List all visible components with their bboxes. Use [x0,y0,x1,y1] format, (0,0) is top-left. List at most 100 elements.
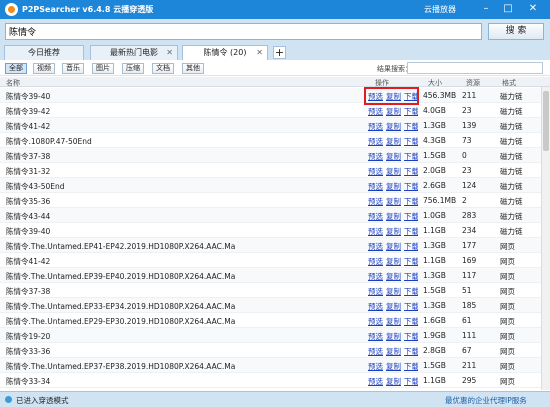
tab-hot-movies[interactable]: 最新热门电影 ✕ [90,45,178,60]
filter-document[interactable]: 文档 [152,63,174,74]
play-link[interactable]: 预选 [368,107,383,116]
download-link[interactable]: 下载 [404,272,418,281]
copy-link[interactable]: 复制 [386,227,401,236]
table-row[interactable]: 陈情令.The.Untamed.EP29-EP30.2019.HD1080P.X… [0,313,550,328]
play-link[interactable]: 预选 [368,272,383,281]
close-button[interactable]: ✕ [525,1,541,17]
search-button[interactable]: 搜 索 [488,23,544,40]
download-link[interactable]: 下载 [404,227,418,236]
scrollbar-thumb[interactable] [543,91,549,151]
filter-image[interactable]: 图片 [92,63,114,74]
play-link[interactable]: 预选 [368,152,383,161]
filter-other[interactable]: 其他 [182,63,204,74]
minimize-button[interactable]: – [478,1,494,17]
col-fmt-header[interactable]: 格式 [502,78,516,88]
copy-link[interactable]: 复制 [386,212,401,221]
col-res-header[interactable]: 资源 [466,78,480,88]
filter-archive[interactable]: 压缩 [122,63,144,74]
close-tab-icon[interactable]: ✕ [256,46,263,60]
download-link[interactable]: 下载 [404,257,418,266]
table-row[interactable]: 陈情令.The.Untamed.EP41-EP42.2019.HD1080P.X… [0,238,550,253]
download-link[interactable]: 下载 [404,182,418,191]
play-link[interactable]: 预选 [368,182,383,191]
filter-all[interactable]: 全部 [5,63,27,74]
download-link[interactable]: 下载 [404,212,418,221]
copy-link[interactable]: 复制 [386,242,401,251]
result-search-input[interactable] [407,62,543,74]
play-link[interactable]: 预选 [368,317,383,326]
copy-link[interactable]: 复制 [386,107,401,116]
table-row[interactable]: 陈情令41-42 预选 复制 下载 1.3GB 139 磁力链 [0,118,550,133]
copy-link[interactable]: 复制 [386,302,401,311]
copy-link[interactable]: 复制 [386,272,401,281]
table-row[interactable]: 陈情令43-44 预选 复制 下载 1.0GB 283 磁力链 [0,208,550,223]
copy-link[interactable]: 复制 [386,122,401,131]
table-row[interactable]: 陈情令39-42 预选 复制 下载 4.0GB 23 磁力链 [0,103,550,118]
copy-link[interactable]: 复制 [386,152,401,161]
play-link[interactable]: 预选 [368,197,383,206]
tab-search-results[interactable]: 陈情令 (20) ✕ [182,45,268,60]
tab-today-recommend[interactable]: 今日推荐 [4,45,84,60]
play-link[interactable]: 预选 [368,227,383,236]
search-input[interactable] [5,23,482,40]
copy-link[interactable]: 复制 [386,347,401,356]
download-link[interactable]: 下载 [404,152,418,161]
play-link[interactable]: 预选 [368,347,383,356]
play-link[interactable]: 预选 [368,212,383,221]
download-link[interactable]: 下载 [404,197,418,206]
download-link[interactable]: 下载 [404,377,418,386]
download-link[interactable]: 下载 [404,362,418,371]
copy-link[interactable]: 复制 [386,317,401,326]
cloud-player-link[interactable]: 云播放器 [424,4,456,15]
play-link[interactable]: 预选 [368,302,383,311]
new-tab-button[interactable]: + [273,46,286,59]
download-link[interactable]: 下载 [404,287,418,296]
play-link[interactable]: 预选 [368,362,383,371]
download-link[interactable]: 下载 [404,167,418,176]
copy-link[interactable]: 复制 [386,377,401,386]
download-link[interactable]: 下载 [404,107,418,116]
download-link[interactable]: 下载 [404,317,418,326]
play-link[interactable]: 预选 [368,242,383,251]
close-tab-icon[interactable]: ✕ [166,46,173,60]
table-row[interactable]: 陈情令19-20 预选 复制 下载 1.9GB 111 网页 [0,328,550,343]
download-link[interactable]: 下载 [404,122,418,131]
table-row[interactable]: 陈情令39-40 预选 复制 下载 1.1GB 234 磁力链 [0,223,550,238]
play-link[interactable]: 预选 [368,332,383,341]
table-row[interactable]: 陈情令35-36 预选 复制 下载 756.1MB 2 磁力链 [0,193,550,208]
copy-link[interactable]: 复制 [386,182,401,191]
filter-music[interactable]: 音乐 [62,63,84,74]
filter-video[interactable]: 视频 [33,63,55,74]
copy-link[interactable]: 复制 [386,287,401,296]
play-link[interactable]: 预选 [368,122,383,131]
download-link[interactable]: 下载 [404,242,418,251]
copy-link[interactable]: 复制 [386,332,401,341]
table-row[interactable]: 陈情令31-32 预选 复制 下载 2.0GB 23 磁力链 [0,163,550,178]
copy-link[interactable]: 复制 [386,167,401,176]
copy-link[interactable]: 复制 [386,137,401,146]
copy-link[interactable]: 复制 [386,362,401,371]
table-row[interactable]: 陈情令.The.Untamed.EP37-EP38.2019.HD1080P.X… [0,358,550,373]
play-link[interactable]: 预选 [368,287,383,296]
col-size-header[interactable]: 大小 [428,78,442,88]
table-row[interactable]: 陈情令.The.Untamed.EP39-EP40.2019.HD1080P.X… [0,268,550,283]
download-link[interactable]: 下载 [404,137,418,146]
table-row[interactable]: 陈情令33-36 预选 复制 下载 2.8GB 67 网页 [0,343,550,358]
table-row[interactable]: 陈情令41-42 预选 复制 下载 1.1GB 169 网页 [0,253,550,268]
table-row[interactable]: 陈情令33-34 预选 复制 下载 1.1GB 295 网页 [0,373,550,388]
download-link[interactable]: 下载 [404,347,418,356]
table-row[interactable]: 陈情令37-38 预选 复制 下载 1.5GB 0 磁力链 [0,148,550,163]
col-name-header[interactable]: 名称 [6,78,20,88]
table-row[interactable]: 陈情令43-50End 预选 复制 下载 2.6GB 124 磁力链 [0,178,550,193]
table-row[interactable]: 陈情令.The.Untamed.EP33-EP34.2019.HD1080P.X… [0,298,550,313]
play-link[interactable]: 预选 [368,377,383,386]
download-link[interactable]: 下载 [404,302,418,311]
vertical-scrollbar[interactable] [541,87,550,390]
play-link[interactable]: 预选 [368,167,383,176]
maximize-button[interactable]: □ [500,1,516,17]
table-row[interactable]: 陈情令37-38 预选 复制 下载 1.5GB 51 网页 [0,283,550,298]
copy-link[interactable]: 复制 [386,197,401,206]
play-link[interactable]: 预选 [368,137,383,146]
table-row[interactable]: 陈情令39-40 预选 复制 下载 456.3MB 211 磁力链 [0,88,550,103]
play-link[interactable]: 预选 [368,257,383,266]
